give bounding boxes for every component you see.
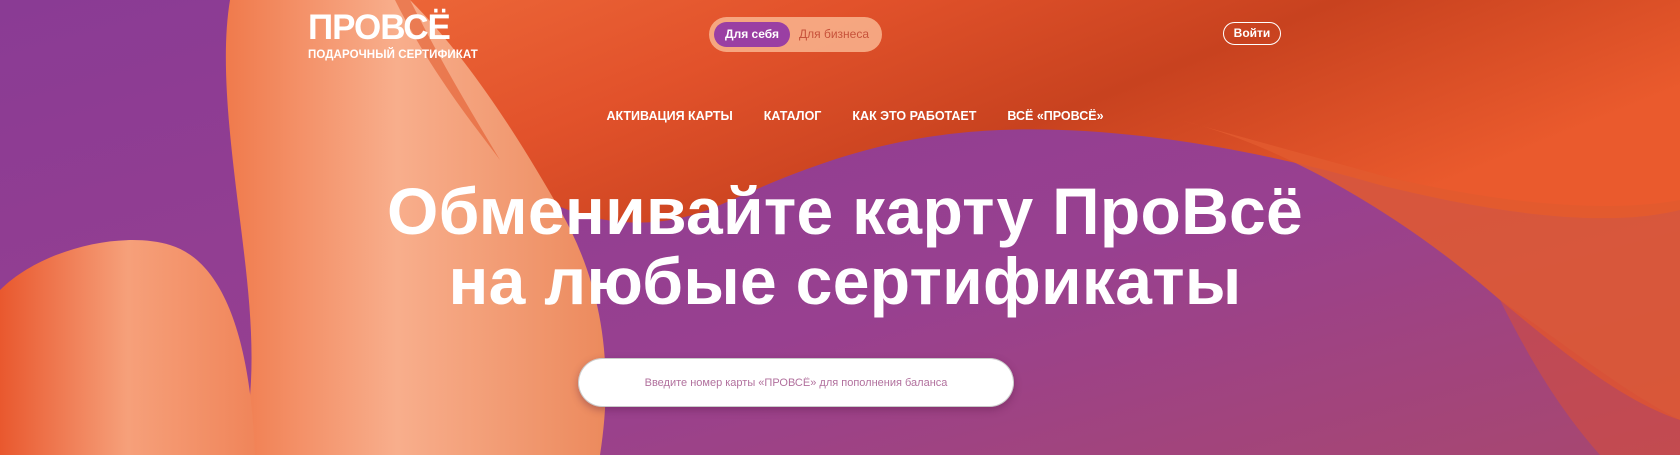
- hero-headline: Обменивайте карту ПроВсё на любые сертиф…: [0, 176, 1680, 316]
- main-nav: АКТИВАЦИЯ КАРТЫ КАТАЛОГ КАК ЭТО РАБОТАЕТ…: [0, 109, 1680, 123]
- card-number-field: [578, 358, 1014, 407]
- nav-item-about[interactable]: ВСЁ «ПРОВСЁ»: [1007, 109, 1103, 123]
- toggle-business-button[interactable]: Для бизнеса: [792, 22, 876, 47]
- nav-item-catalog[interactable]: КАТАЛОГ: [764, 109, 822, 123]
- hero-banner: ПРОВСЁ ПОДАРОЧНЫЙ СЕРТИФИКАТ Для себя Дл…: [0, 0, 1680, 455]
- logo-subtitle: ПОДАРОЧНЫЙ СЕРТИФИКАТ: [308, 49, 478, 61]
- nav-item-how-it-works[interactable]: КАК ЭТО РАБОТАЕТ: [852, 109, 976, 123]
- headline-line-2: на любые сертификаты: [448, 244, 1242, 318]
- login-button[interactable]: Войти: [1223, 22, 1281, 45]
- headline-line-1: Обменивайте карту ПроВсё: [386, 174, 1304, 248]
- logo-wordmark: ПРОВСЁ: [308, 8, 451, 47]
- nav-item-card-activation[interactable]: АКТИВАЦИЯ КАРТЫ: [606, 109, 732, 123]
- audience-toggle: Для себя Для бизнеса: [709, 17, 882, 52]
- toggle-personal-button[interactable]: Для себя: [714, 22, 790, 47]
- brand-logo[interactable]: ПРОВСЁ ПОДАРОЧНЫЙ СЕРТИФИКАТ: [308, 8, 478, 62]
- card-number-input[interactable]: [578, 358, 1014, 407]
